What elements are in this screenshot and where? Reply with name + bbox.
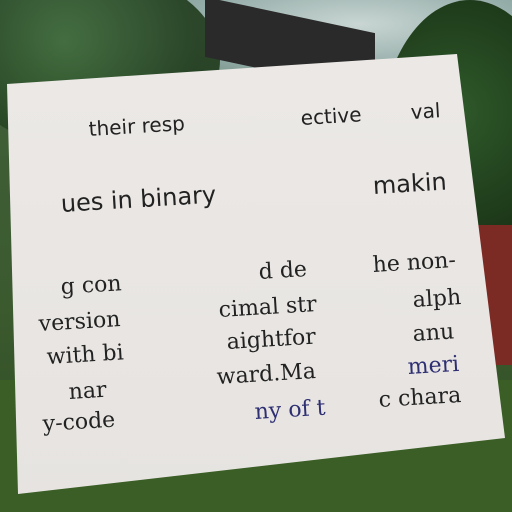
text-line: anu (412, 319, 455, 347)
text-line: ective (300, 102, 363, 130)
text-line: c chara (378, 382, 462, 413)
text-line: g con (60, 271, 123, 300)
text-line: alph (412, 285, 462, 313)
text-line: with bi (46, 340, 125, 370)
text-line: y-code (42, 407, 116, 437)
text-line: nar (68, 377, 108, 405)
text-line: ny of t (254, 395, 327, 425)
text-line: d de (258, 257, 308, 285)
text-line: makin (372, 167, 448, 200)
text-line: he non- (372, 247, 457, 278)
text-line: meri (407, 351, 460, 380)
text-line: version (38, 307, 122, 337)
text-line: val (410, 98, 442, 124)
